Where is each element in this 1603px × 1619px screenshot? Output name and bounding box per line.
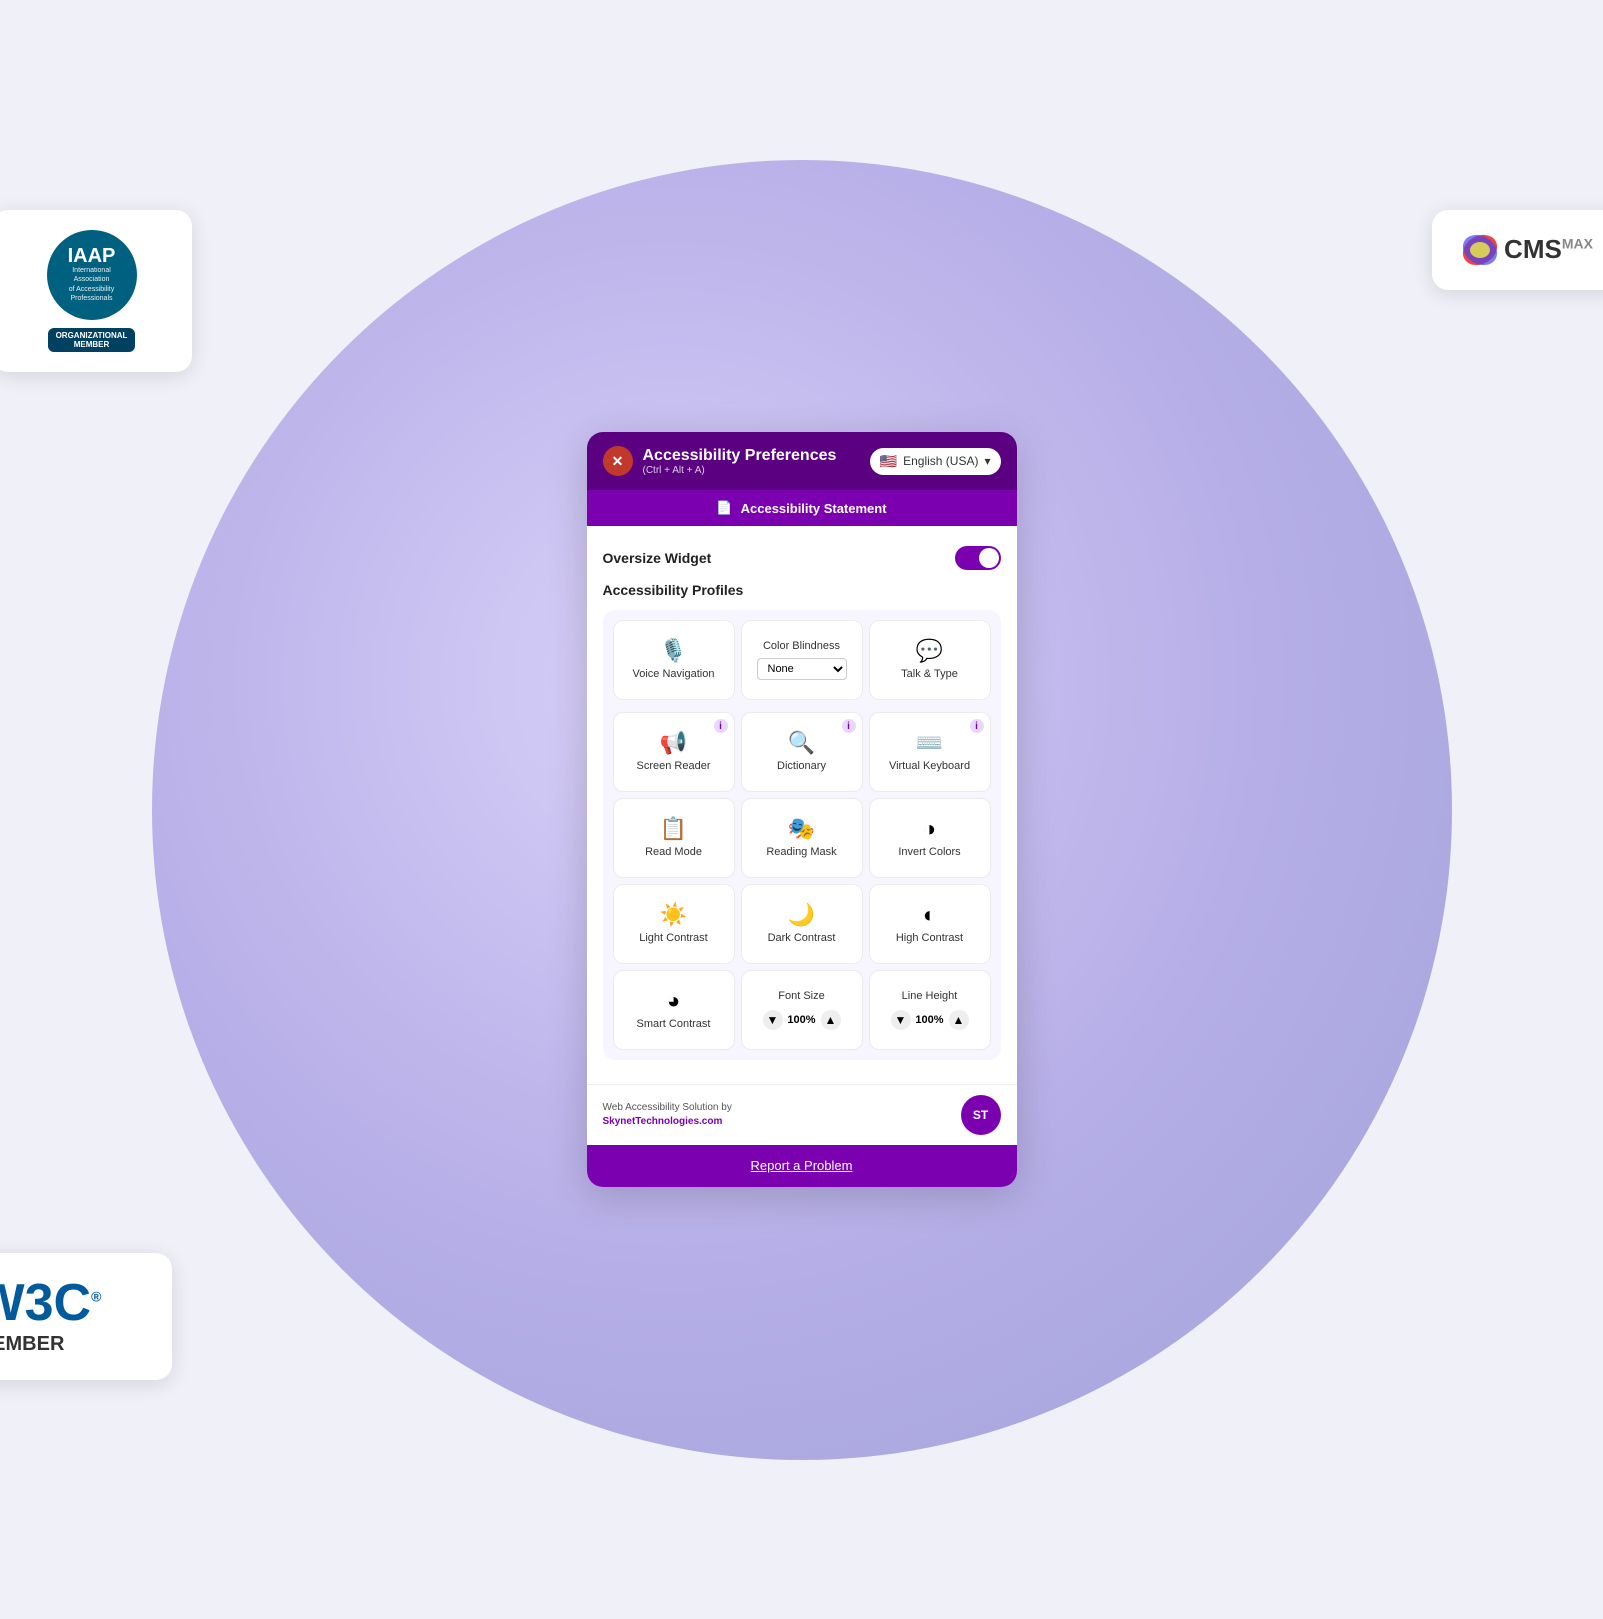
- dictionary-icon: 🔍: [788, 732, 815, 754]
- iaap-org-label: ORGANIZATIONALMEMBER: [48, 328, 136, 352]
- statement-icon: 📄: [716, 500, 732, 516]
- dark-contrast-icon: 🌙: [788, 904, 815, 926]
- high-contrast-label: High Contrast: [896, 932, 963, 944]
- profiles-label: Accessibility Profiles: [603, 582, 1001, 598]
- dictionary-label: Dictionary: [777, 760, 826, 772]
- talk-type-icon: 💬: [916, 640, 943, 662]
- font-size-stepper: ▼ 100% ▲: [763, 1010, 841, 1030]
- virtual-keyboard-info: i: [970, 719, 984, 733]
- features-container: 🎙️ Voice Navigation Color Blindness None…: [603, 610, 1001, 1060]
- reading-mask-cell[interactable]: 🎭 Reading Mask: [741, 798, 863, 878]
- dictionary-cell[interactable]: i 🔍 Dictionary: [741, 712, 863, 792]
- toggle-knob: [979, 548, 999, 568]
- read-mode-label: Read Mode: [645, 846, 702, 858]
- header-title-main: Accessibility Preferences: [643, 447, 837, 465]
- language-label: English (USA): [903, 454, 978, 468]
- color-blindness-select[interactable]: None Protanopia Deuteranopia Tritanopia: [757, 658, 847, 680]
- cms-text: CMSMAX: [1504, 234, 1593, 265]
- invert-colors-cell[interactable]: ◑ Invert Colors: [869, 798, 991, 878]
- light-contrast-cell[interactable]: ☀️ Light Contrast: [613, 884, 735, 964]
- font-size-increase[interactable]: ▲: [821, 1010, 841, 1030]
- w3c-logo: W3C®: [0, 1277, 148, 1329]
- line-height-value: 100%: [915, 1014, 945, 1026]
- line-height-decrease[interactable]: ▼: [891, 1010, 911, 1030]
- dark-contrast-cell[interactable]: 🌙 Dark Contrast: [741, 884, 863, 964]
- oversize-label: Oversize Widget: [603, 550, 712, 566]
- iaap-logo: IAAP International Associationof Accessi…: [47, 230, 137, 320]
- dark-contrast-label: Dark Contrast: [768, 932, 836, 944]
- w3c-member-label: MEMBER: [0, 1333, 148, 1356]
- iaap-title: IAAP: [68, 246, 116, 266]
- widget-body: Oversize Widget Accessibility Profiles 🎙…: [587, 526, 1017, 1084]
- close-button[interactable]: ✕: [603, 446, 633, 476]
- language-flag: 🇺🇸: [880, 453, 897, 470]
- header-title: Accessibility Preferences (Ctrl + Alt + …: [643, 447, 837, 476]
- smart-contrast-cell[interactable]: ◕ Smart Contrast: [613, 970, 735, 1050]
- voice-navigation-icon: 🎙️: [660, 640, 687, 662]
- reading-mask-label: Reading Mask: [766, 846, 836, 858]
- header-shortcut: (Ctrl + Alt + A): [643, 465, 837, 476]
- w3c-badge: W3C® MEMBER: [0, 1253, 172, 1380]
- color-blindness-label: Color Blindness: [763, 640, 840, 652]
- line-height-increase[interactable]: ▲: [949, 1010, 969, 1030]
- line-height-stepper: ▼ 100% ▲: [891, 1010, 969, 1030]
- light-contrast-icon: ☀️: [660, 904, 687, 926]
- virtual-keyboard-icon: ⌨️: [916, 732, 943, 754]
- screen-reader-info: i: [714, 719, 728, 733]
- color-blindness-cell: Color Blindness None Protanopia Deuteran…: [741, 620, 863, 700]
- high-contrast-cell[interactable]: ◐ High Contrast: [869, 884, 991, 964]
- virtual-keyboard-cell[interactable]: i ⌨️ Virtual Keyboard: [869, 712, 991, 792]
- widget-header: ✕ Accessibility Preferences (Ctrl + Alt …: [587, 432, 1017, 490]
- light-contrast-label: Light Contrast: [639, 932, 707, 944]
- font-size-title: Font Size: [778, 990, 824, 1002]
- read-mode-icon: 📋: [660, 818, 687, 840]
- footer-text: Web Accessibility Solution by SkynetTech…: [603, 1101, 732, 1129]
- accessibility-statement-bar[interactable]: 📄 Accessibility Statement: [587, 490, 1017, 526]
- iaap-badge: IAAP International Associationof Accessi…: [0, 210, 192, 372]
- read-mode-cell[interactable]: 📋 Read Mode: [613, 798, 735, 878]
- high-contrast-icon: ◐: [923, 904, 936, 926]
- dictionary-info: i: [842, 719, 856, 733]
- features-row-1: 🎙️ Voice Navigation Color Blindness None…: [613, 620, 991, 700]
- cms-badge: CMSMAX: [1432, 210, 1603, 290]
- virtual-keyboard-label: Virtual Keyboard: [889, 760, 970, 772]
- font-size-decrease[interactable]: ▼: [763, 1010, 783, 1030]
- screen-reader-cell[interactable]: i 📢 Screen Reader: [613, 712, 735, 792]
- smart-contrast-icon: ◕: [667, 990, 680, 1012]
- report-problem-bar[interactable]: Report a Problem: [587, 1145, 1017, 1187]
- statement-label: Accessibility Statement: [741, 501, 887, 516]
- screen-reader-icon: 📢: [660, 732, 687, 754]
- iaap-subtitle: International Associationof Accessibilit…: [55, 266, 129, 302]
- invert-colors-label: Invert Colors: [898, 846, 960, 858]
- background-circle: IAAP International Associationof Accessi…: [152, 160, 1452, 1460]
- report-problem-label: Report a Problem: [751, 1158, 853, 1173]
- font-size-cell: Font Size ▼ 100% ▲: [741, 970, 863, 1050]
- voice-navigation-cell[interactable]: 🎙️ Voice Navigation: [613, 620, 735, 700]
- line-height-cell: Line Height ▼ 100% ▲: [869, 970, 991, 1050]
- footer-logo: ST: [961, 1095, 1001, 1135]
- header-left: ✕ Accessibility Preferences (Ctrl + Alt …: [603, 446, 837, 476]
- accessibility-widget: ✕ Accessibility Preferences (Ctrl + Alt …: [587, 432, 1017, 1187]
- line-height-title: Line Height: [902, 990, 958, 1002]
- language-selector[interactable]: 🇺🇸 English (USA) ▾: [870, 448, 1001, 475]
- cms-logo-wrapper: CMSMAX: [1460, 230, 1593, 270]
- cms-icon: [1460, 230, 1500, 270]
- talk-type-label: Talk & Type: [901, 668, 958, 680]
- chevron-down-icon: ▾: [984, 454, 990, 468]
- invert-colors-icon: ◑: [923, 818, 936, 840]
- voice-navigation-label: Voice Navigation: [633, 668, 715, 680]
- screen-reader-label: Screen Reader: [637, 760, 711, 772]
- footer-link[interactable]: SkynetTechnologies.com: [603, 1116, 723, 1127]
- reading-mask-icon: 🎭: [788, 818, 815, 840]
- smart-contrast-label: Smart Contrast: [637, 1018, 711, 1030]
- oversize-toggle[interactable]: [955, 546, 1001, 570]
- widget-footer: Web Accessibility Solution by SkynetTech…: [587, 1084, 1017, 1145]
- oversize-row: Oversize Widget: [603, 542, 1001, 582]
- font-size-value: 100%: [787, 1014, 817, 1026]
- talk-type-cell[interactable]: 💬 Talk & Type: [869, 620, 991, 700]
